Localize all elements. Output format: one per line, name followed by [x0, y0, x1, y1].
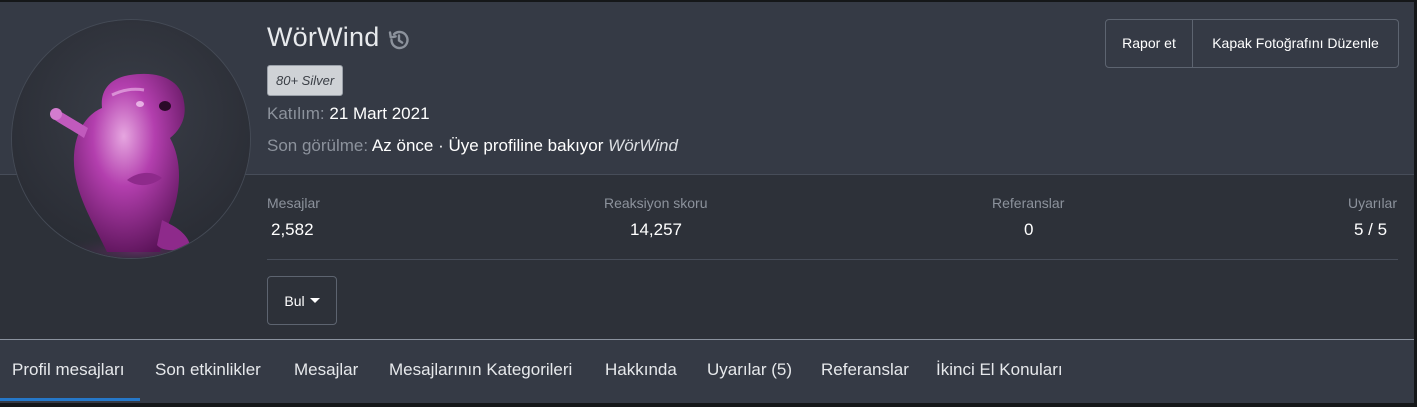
profile-username: WörWind: [267, 22, 380, 52]
stat-label-references: Referanslar: [992, 195, 1065, 211]
stat-label-warnings: Uyarılar: [1348, 195, 1398, 211]
report-button[interactable]: Rapor et: [1106, 20, 1193, 67]
last-seen-user-link[interactable]: WörWind: [608, 136, 678, 155]
tab-messages[interactable]: Mesajlar: [294, 340, 358, 400]
joined-date: 21 Mart 2021: [329, 104, 430, 123]
stat-value-references[interactable]: 0: [1024, 220, 1033, 240]
joined-label: Katılım:: [267, 104, 325, 123]
joined-row: Katılım: 21 Mart 2021: [267, 104, 430, 124]
avatar-image: [47, 73, 227, 258]
tab-references[interactable]: Referanslar: [821, 340, 909, 400]
tab-second-hand-threads[interactable]: İkinci El Konuları: [936, 340, 1063, 400]
find-button-label: Bul: [284, 292, 305, 309]
tab-about[interactable]: Hakkında: [605, 340, 677, 400]
last-seen-value: Az önce · Üye profiline bakıyor: [371, 136, 604, 155]
stat-value-messages[interactable]: 2,582: [271, 220, 314, 240]
tab-latest-activity[interactable]: Son etkinlikler: [155, 340, 261, 400]
profile-actions: Rapor et Kapak Fotoğrafını Düzenle: [1105, 19, 1399, 68]
last-seen-row: Son görülme: Az önce · Üye profiline bak…: [267, 136, 678, 156]
edit-cover-button[interactable]: Kapak Fotoğrafını Düzenle: [1193, 20, 1398, 67]
caret-down-icon: [309, 298, 320, 303]
tab-message-categories[interactable]: Mesajlarının Kategorileri: [389, 340, 572, 400]
stat-value-reaction-score[interactable]: 14,257: [630, 220, 682, 240]
stat-label-reaction-score: Reaksiyon skoru: [604, 195, 708, 211]
avatar[interactable]: [12, 20, 250, 258]
stats-divider: [267, 259, 1398, 260]
active-tab-indicator: [0, 398, 140, 401]
profile-tabs: Profil mesajları Son etkinlikler Mesajla…: [0, 339, 1414, 404]
window-frame-bottom: [0, 403, 1417, 407]
last-seen-label: Son görülme:: [267, 136, 369, 155]
user-rank-badge: 80+ Silver: [267, 65, 344, 96]
tab-warnings[interactable]: Uyarılar (5): [707, 340, 792, 400]
stat-value-warnings[interactable]: 5 / 5: [1354, 220, 1387, 240]
find-dropdown-button[interactable]: Bul: [267, 276, 337, 325]
stat-label-messages: Mesajlar: [267, 195, 320, 211]
history-icon[interactable]: [387, 28, 411, 52]
tab-profile-posts[interactable]: Profil mesajları: [12, 340, 124, 400]
